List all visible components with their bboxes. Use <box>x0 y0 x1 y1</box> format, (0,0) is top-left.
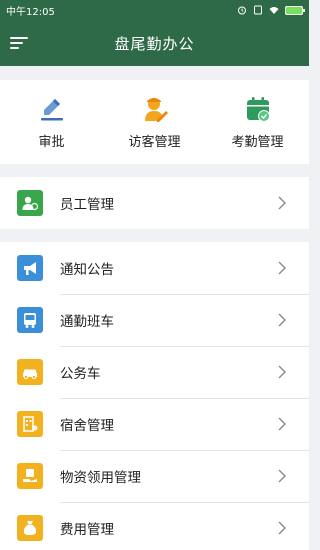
chevron-right-icon <box>278 313 286 327</box>
quick-actions: 审批 访客管理 考勤管理 <box>0 80 309 164</box>
status-time: 中午12:05 <box>6 6 55 18</box>
menu-item-label: 费用管理 <box>60 522 114 538</box>
menu-item-employee[interactable]: 员工管理 <box>0 177 309 229</box>
page-title: 盘尾勤办公 <box>114 34 195 53</box>
money-bag-icon <box>17 515 43 541</box>
quick-attendance[interactable]: 考勤管理 <box>206 80 309 164</box>
sim-icon <box>254 5 262 15</box>
menu-item-official-car[interactable]: 公务车 <box>0 346 309 398</box>
menu-item-label: 宿舍管理 <box>60 418 114 434</box>
quick-label: 审批 <box>38 135 65 150</box>
chevron-right-icon <box>278 521 286 535</box>
chevron-right-icon <box>278 417 286 431</box>
bus-icon <box>17 307 43 333</box>
menu-item-label: 通知公告 <box>60 262 114 278</box>
chevron-right-icon <box>278 365 286 379</box>
chevron-right-icon <box>278 261 286 275</box>
menu-item-shuttle-bus[interactable]: 通勤班车 <box>0 294 309 346</box>
menu-item-label: 物资领用管理 <box>60 470 141 486</box>
battery-icon <box>285 5 305 15</box>
visitor-icon <box>144 98 168 122</box>
quick-label: 考勤管理 <box>231 135 284 150</box>
chevron-right-icon <box>278 196 286 210</box>
alarm-icon <box>238 6 246 15</box>
car-icon <box>17 359 43 385</box>
menu-item-label: 员工管理 <box>60 197 114 213</box>
pen-edit-icon <box>40 99 63 121</box>
supplies-icon <box>17 463 43 489</box>
menu-group-staff: 员工管理 <box>0 177 309 229</box>
quick-label: 访客管理 <box>128 135 181 150</box>
menu-item-label: 通勤班车 <box>60 314 114 330</box>
megaphone-icon <box>17 255 43 281</box>
menu-item-supplies[interactable]: 物资领用管理 <box>0 450 309 502</box>
menu-item-notice[interactable]: 通知公告 <box>0 242 309 294</box>
quick-visitor[interactable]: 访客管理 <box>103 80 206 164</box>
menu-item-expense[interactable]: 费用管理 <box>0 502 309 550</box>
dormitory-icon <box>17 411 43 437</box>
calendar-check-icon <box>246 97 270 122</box>
chevron-right-icon <box>278 469 286 483</box>
app-bar: 盘尾勤办公 <box>0 20 309 66</box>
menu-group-services: 通知公告 通勤班车 公务车 宿舍管理 物资领用管理 费用管理 <box>0 242 309 550</box>
status-icons <box>237 5 305 15</box>
employee-icon <box>17 190 43 216</box>
menu-icon[interactable] <box>10 37 28 49</box>
status-bar: 中午12:05 <box>0 0 309 20</box>
menu-item-label: 公务车 <box>60 366 101 382</box>
menu-item-dormitory[interactable]: 宿舍管理 <box>0 398 309 450</box>
wifi-icon <box>269 7 279 14</box>
quick-approval[interactable]: 审批 <box>0 80 103 164</box>
